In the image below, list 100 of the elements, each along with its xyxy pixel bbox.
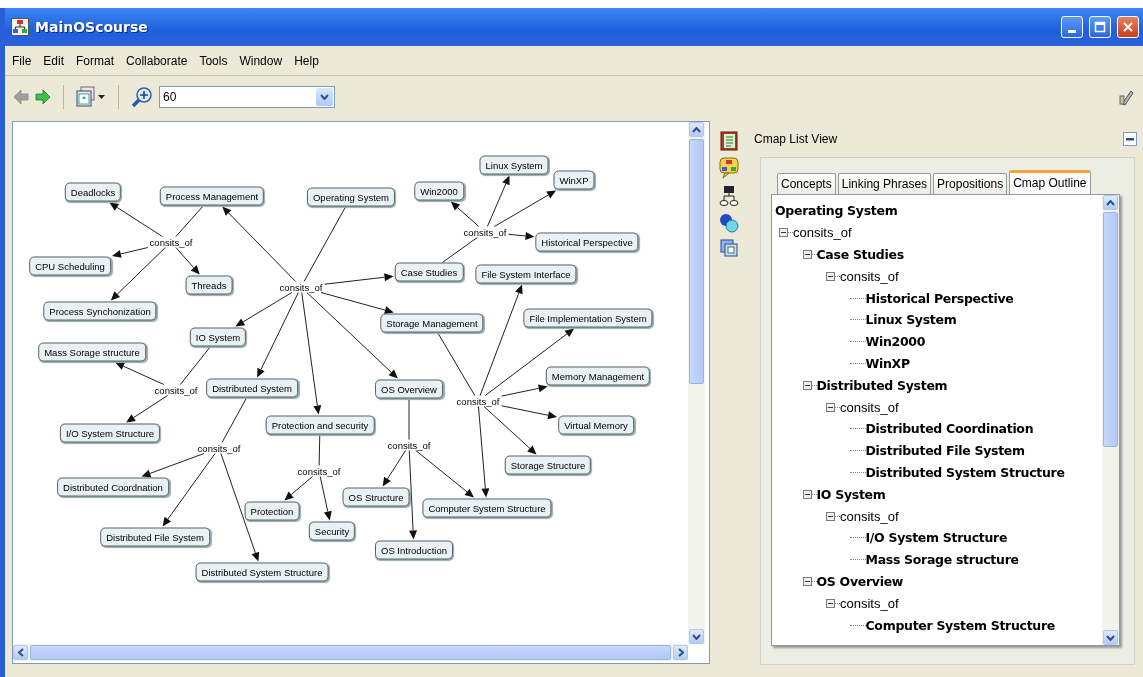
overlapping-circles-icon[interactable] — [719, 213, 739, 233]
concept-item[interactable]: Distributed Coordination — [865, 421, 1034, 437]
linking-phrase[interactable]: consits_of — [148, 236, 194, 248]
collapse-toggle[interactable] — [826, 511, 835, 521]
concept-node[interactable]: Virtual Memory — [558, 415, 634, 435]
concept-node[interactable]: Protection and security — [265, 415, 375, 435]
concept-node[interactable]: Case Studies — [394, 262, 464, 282]
tab[interactable]: Propositions — [933, 173, 1008, 194]
concept-node[interactable]: OS Introduction — [375, 540, 453, 560]
tab[interactable]: Concepts — [777, 173, 836, 194]
concept-node[interactable]: Storage Management — [380, 313, 484, 333]
concept-node[interactable]: File Implementation System — [523, 308, 653, 328]
linking-phrase-item[interactable]: consits_of — [840, 595, 899, 611]
collapse-toggle[interactable] — [802, 489, 812, 499]
concept-node[interactable]: Distributed System Structure — [195, 562, 329, 582]
concept-node[interactable]: Linux System — [479, 155, 549, 175]
linking-phrase[interactable]: consits_of — [386, 439, 432, 451]
concept-item[interactable]: Distributed System — [816, 377, 948, 393]
minimize-panel-button[interactable] — [1123, 132, 1137, 146]
concept-node[interactable]: WinXP — [553, 170, 595, 190]
linking-phrase[interactable]: consits_of — [455, 395, 501, 407]
concept-node[interactable]: Computer System Structure — [422, 498, 552, 518]
linking-phrase-item[interactable]: consits_of — [840, 399, 899, 415]
collapse-toggle[interactable] — [779, 228, 788, 238]
concept-item[interactable]: OS Overview — [816, 573, 904, 589]
linking-phrase[interactable]: consits_of — [153, 384, 199, 396]
notebook-icon[interactable] — [720, 131, 738, 151]
linking-phrase[interactable]: consits_of — [278, 281, 324, 293]
concept-item[interactable]: I/O System Structure — [865, 530, 1008, 546]
collapse-toggle[interactable] — [802, 250, 812, 259]
connector-arrow — [115, 362, 165, 385]
tab[interactable]: Cmap Outline — [1009, 170, 1091, 194]
zoom-icon[interactable] — [131, 86, 153, 108]
concept-node[interactable]: Protection — [244, 501, 300, 521]
hierarchy-bubble-icon[interactable] — [719, 157, 739, 179]
menu-item[interactable]: Help — [289, 51, 324, 70]
concept-item[interactable]: Operating System — [775, 203, 898, 219]
concept-item[interactable]: WinXP — [865, 355, 910, 371]
concept-node[interactable]: Win2000 — [414, 181, 464, 201]
menu-item[interactable]: Collaborate — [121, 51, 193, 70]
close-button[interactable] — [1117, 16, 1139, 38]
linking-phrase[interactable]: consits_of — [196, 442, 242, 454]
linking-phrase[interactable]: consits_of — [462, 226, 508, 238]
connector-line — [318, 434, 321, 466]
linking-phrase[interactable]: consits_of — [296, 465, 342, 477]
concept-item[interactable]: Distributed System Structure — [865, 464, 1065, 480]
concept-item[interactable]: IO System — [816, 486, 886, 502]
stacked-windows-icon[interactable] — [720, 239, 738, 257]
concept-node[interactable]: CPU Scheduling — [29, 256, 111, 276]
concept-node[interactable]: File System Interface — [475, 264, 577, 284]
concept-node[interactable]: Threads — [185, 275, 233, 295]
collapse-toggle[interactable] — [826, 402, 835, 412]
concept-node[interactable]: Operating System — [307, 187, 395, 207]
connector-line — [408, 398, 410, 440]
concept-node[interactable]: Distributed Coordnation — [57, 477, 169, 497]
maximize-button[interactable] — [1089, 16, 1111, 38]
concept-node[interactable]: OS Overview — [375, 379, 443, 399]
linking-phrase-item[interactable]: consits_of — [793, 225, 852, 241]
concept-node[interactable]: Process Synchonization — [43, 301, 157, 321]
concept-node[interactable]: Process Management — [159, 186, 265, 206]
tree-scrollbar[interactable] — [1102, 195, 1119, 645]
concept-node[interactable]: Historical Perspective — [535, 232, 639, 252]
concept-node[interactable]: Distributed System — [206, 378, 298, 398]
horizontal-scrollbar[interactable] — [13, 644, 688, 661]
concept-node[interactable]: I/O System Structure — [59, 423, 161, 443]
menu-item[interactable]: Edit — [38, 51, 70, 70]
tree-diagram-icon[interactable] — [719, 185, 739, 207]
concept-node[interactable]: Storage Structure — [504, 455, 592, 475]
tab[interactable]: Linking Phrases — [837, 173, 932, 194]
concept-item[interactable]: Computer System Structure — [865, 617, 1055, 633]
concept-node[interactable]: Distributed File System — [100, 527, 210, 547]
menu-item[interactable]: File — [7, 51, 37, 70]
concept-node[interactable]: Mass Sorage structure — [38, 342, 146, 362]
concept-node[interactable]: OS Structure — [342, 487, 410, 507]
collapse-toggle[interactable] — [802, 380, 812, 390]
concept-node[interactable]: Security — [308, 521, 356, 541]
menu-item[interactable]: Tools — [194, 51, 233, 70]
forward-arrow-icon[interactable] — [35, 89, 51, 105]
concept-item[interactable]: Linux System — [865, 312, 957, 328]
collapse-toggle[interactable] — [826, 598, 835, 608]
vertical-scrollbar[interactable] — [688, 122, 705, 644]
linking-phrase-item[interactable]: consits_of — [840, 508, 899, 524]
concept-node[interactable]: Memory Management — [545, 366, 651, 386]
concept-item[interactable]: Mass Sorage structure — [865, 552, 1019, 568]
pen-tool-icon[interactable] — [1119, 88, 1135, 106]
concept-item[interactable]: Distributed File System — [865, 443, 1025, 459]
collapse-toggle[interactable] — [826, 271, 835, 281]
connector-line — [175, 205, 205, 237]
collapse-toggle[interactable] — [802, 576, 812, 586]
view-window-icon[interactable] — [76, 86, 106, 108]
concept-node[interactable]: Deadlocks — [64, 182, 122, 202]
concept-item[interactable]: Historical Perspective — [865, 290, 1014, 306]
concept-item[interactable]: Win2000 — [865, 334, 926, 350]
concept-node[interactable]: IO System — [189, 327, 247, 347]
concept-item[interactable]: Case Studies — [816, 247, 904, 262]
linking-phrase-item[interactable]: consits_of — [840, 268, 899, 284]
menu-item[interactable]: Window — [234, 51, 288, 70]
menu-item[interactable]: Format — [71, 51, 120, 70]
minimize-button[interactable] — [1061, 16, 1083, 38]
zoom-combo[interactable]: 60 — [159, 86, 335, 108]
